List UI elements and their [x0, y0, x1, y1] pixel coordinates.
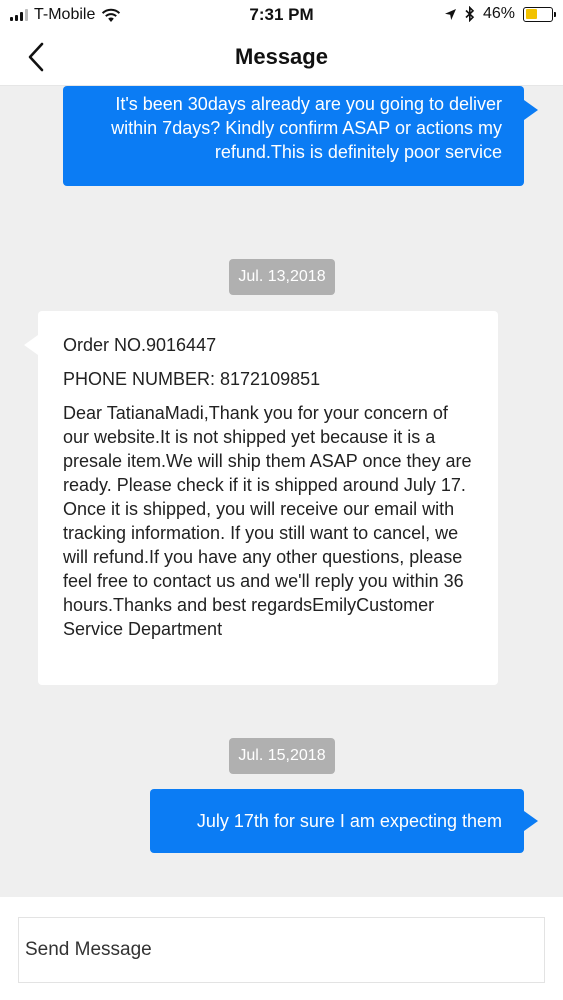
date-separator: Jul. 15,2018 [229, 738, 335, 774]
battery-icon [523, 6, 556, 22]
page-title: Message [235, 44, 328, 69]
bubble-tail [524, 811, 538, 831]
composer-bar [0, 897, 563, 1000]
status-right: 46% [444, 5, 556, 23]
battery-percent: 46% [482, 5, 515, 22]
bubble-tail [24, 335, 38, 355]
outgoing-message[interactable]: It's been 30days already are you going t… [63, 86, 538, 186]
bluetooth-icon [465, 6, 475, 22]
message-composer[interactable] [18, 917, 545, 983]
message-text: Dear TatianaMadi,Thank you for your conc… [63, 403, 472, 639]
send-message-input[interactable] [19, 918, 544, 982]
status-bar: T-Mobile 7:31 PM 46% [0, 0, 563, 30]
incoming-message[interactable]: Order NO.9016447 PHONE NUMBER: 817210985… [24, 311, 498, 685]
date-separator: Jul. 13,2018 [229, 259, 335, 295]
phone-number: PHONE NUMBER: 8172109851 [63, 369, 321, 389]
order-number: Order NO.9016447 [63, 335, 217, 355]
message-text: July 17th for sure I am expecting them [196, 811, 502, 831]
battery-fill [525, 9, 537, 19]
outgoing-message[interactable]: July 17th for sure I am expecting them [150, 789, 538, 853]
message-text: It's been 30days already are you going t… [111, 94, 502, 162]
bubble-tail [524, 100, 538, 120]
location-arrow-icon [444, 8, 456, 20]
message-thread[interactable]: It's been 30days already are you going t… [0, 86, 563, 897]
nav-bar: Message [0, 30, 563, 86]
